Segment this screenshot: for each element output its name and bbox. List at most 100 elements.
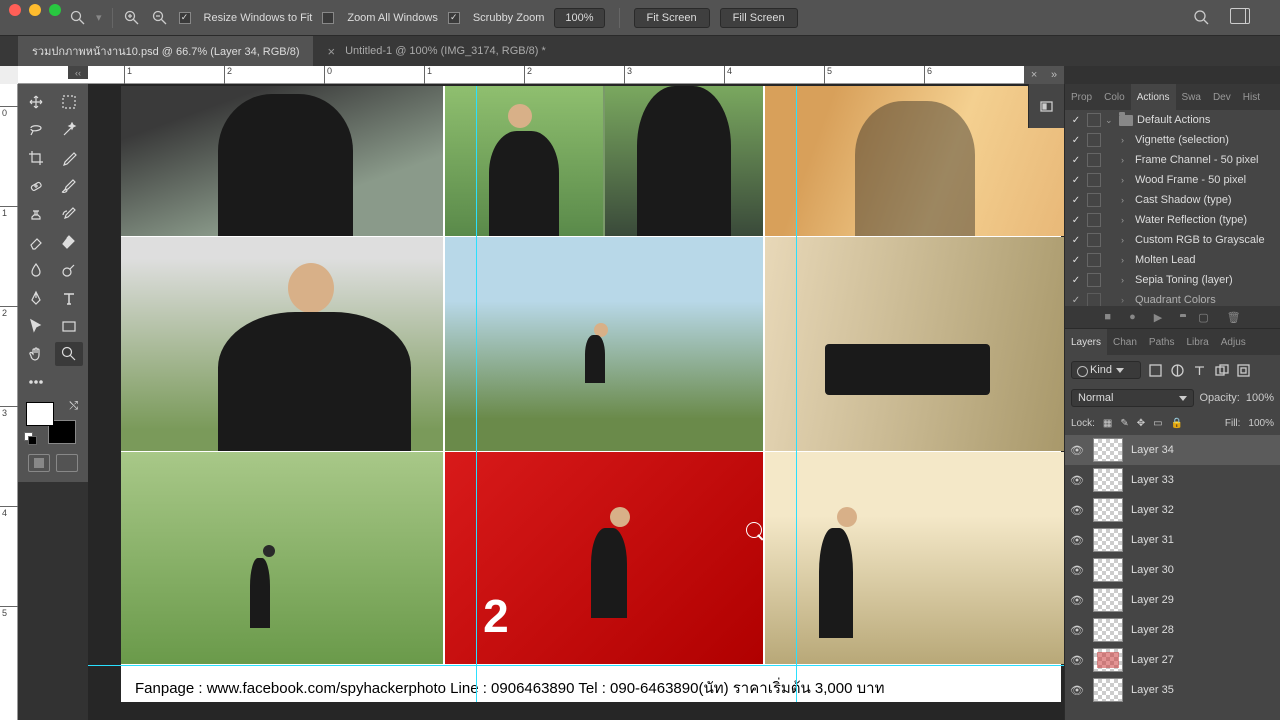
resize-windows-checkbox[interactable] bbox=[179, 12, 191, 24]
edit-toolbar-icon[interactable] bbox=[22, 370, 50, 394]
filter-shape-icon[interactable] bbox=[1213, 362, 1229, 378]
guide-vertical[interactable] bbox=[796, 86, 797, 702]
ruler-horizontal[interactable]: 1 2 0 1 2 3 4 5 6 bbox=[18, 66, 1064, 84]
layer-filter-kind[interactable]: Kind bbox=[1071, 361, 1141, 379]
zoom-all-checkbox[interactable] bbox=[322, 12, 334, 24]
filter-type-icon[interactable] bbox=[1191, 362, 1207, 378]
layer-row[interactable]: 👁Layer 30 bbox=[1065, 555, 1280, 585]
standard-mode-icon[interactable] bbox=[28, 454, 50, 472]
layer-row[interactable]: 👁Layer 31 bbox=[1065, 525, 1280, 555]
visibility-icon[interactable]: 👁 bbox=[1069, 474, 1085, 487]
marquee-tool-icon[interactable] bbox=[55, 90, 83, 114]
magic-wand-tool-icon[interactable] bbox=[55, 118, 83, 142]
visibility-icon[interactable]: 👁 bbox=[1069, 624, 1085, 637]
hand-tool-icon[interactable] bbox=[22, 342, 50, 366]
zoom-level-field[interactable]: 100% bbox=[554, 8, 604, 28]
move-tool-icon[interactable] bbox=[22, 90, 50, 114]
eyedropper-tool-icon[interactable] bbox=[55, 146, 83, 170]
toolbox-collapse-icon[interactable]: ‹‹ bbox=[68, 66, 88, 79]
visibility-icon[interactable]: 👁 bbox=[1069, 594, 1085, 607]
quick-mask-mode-icon[interactable] bbox=[56, 454, 78, 472]
panel-tab-adjustments[interactable]: Adjus bbox=[1215, 329, 1252, 355]
layer-thumbnail[interactable] bbox=[1093, 588, 1123, 612]
visibility-icon[interactable]: 👁 bbox=[1069, 564, 1085, 577]
panel-tab-properties[interactable]: Prop bbox=[1065, 84, 1098, 110]
filter-adjustment-icon[interactable] bbox=[1169, 362, 1185, 378]
close-icon[interactable]: × bbox=[327, 44, 335, 59]
pen-tool-icon[interactable] bbox=[22, 286, 50, 310]
blur-tool-icon[interactable] bbox=[22, 258, 50, 282]
panel-tab-color[interactable]: Colo bbox=[1098, 84, 1131, 110]
layer-row[interactable]: 👁Layer 34 bbox=[1065, 435, 1280, 465]
default-colors-icon[interactable] bbox=[24, 432, 36, 444]
canvas-area[interactable]: 2 Fanpage : www.facebook.com/spyhackerph… bbox=[88, 84, 1064, 720]
action-row[interactable]: ✓›Custom RGB to Grayscale bbox=[1065, 230, 1280, 250]
play-icon[interactable]: ▶ bbox=[1154, 311, 1162, 324]
lock-transparency-icon[interactable]: ▦ bbox=[1103, 418, 1112, 429]
guide-vertical[interactable] bbox=[476, 86, 477, 702]
search-icon[interactable] bbox=[1193, 9, 1210, 29]
lock-image-icon[interactable]: ✎ bbox=[1120, 418, 1128, 429]
layer-thumbnail[interactable] bbox=[1093, 528, 1123, 552]
panel-tab-libraries[interactable]: Libra bbox=[1181, 329, 1215, 355]
gradient-tool-icon[interactable] bbox=[55, 230, 83, 254]
panel-tab-actions[interactable]: Actions bbox=[1131, 84, 1176, 110]
clone-stamp-tool-icon[interactable] bbox=[22, 202, 50, 226]
layer-row[interactable]: 👁Layer 32 bbox=[1065, 495, 1280, 525]
ruler-origin[interactable] bbox=[0, 66, 18, 84]
zoom-out-icon[interactable] bbox=[151, 9, 169, 27]
window-traffic-lights[interactable] bbox=[9, 4, 61, 16]
opacity-value[interactable]: 100% bbox=[1246, 392, 1274, 404]
document-tab[interactable]: × Untitled-1 @ 100% (IMG_3174, RGB/8) * bbox=[313, 36, 559, 66]
layer-thumbnail[interactable] bbox=[1093, 558, 1123, 582]
layer-thumbnail[interactable] bbox=[1093, 498, 1123, 522]
panel-tab-history[interactable]: Hist bbox=[1237, 84, 1266, 110]
visibility-icon[interactable]: 👁 bbox=[1069, 504, 1085, 517]
action-row[interactable]: ✓›Frame Channel - 50 pixel bbox=[1065, 150, 1280, 170]
layer-thumbnail[interactable] bbox=[1093, 438, 1123, 462]
layer-thumbnail[interactable] bbox=[1093, 648, 1123, 672]
layer-row[interactable]: 👁Layer 28 bbox=[1065, 615, 1280, 645]
layer-row[interactable]: 👁Layer 33 bbox=[1065, 465, 1280, 495]
layer-thumbnail[interactable] bbox=[1093, 618, 1123, 642]
path-selection-tool-icon[interactable] bbox=[22, 314, 50, 338]
lock-artboard-icon[interactable]: ▭ bbox=[1153, 418, 1162, 429]
layer-row[interactable]: 👁Layer 35 bbox=[1065, 675, 1280, 705]
type-tool-icon[interactable] bbox=[55, 286, 83, 310]
action-row[interactable]: ✓›Water Reflection (type) bbox=[1065, 210, 1280, 230]
rectangle-tool-icon[interactable] bbox=[55, 314, 83, 338]
brush-tool-icon[interactable] bbox=[55, 174, 83, 198]
zoom-tool-icon[interactable] bbox=[55, 342, 83, 366]
history-brush-tool-icon[interactable] bbox=[55, 202, 83, 226]
swap-colors-icon[interactable]: ⤭ bbox=[69, 400, 78, 413]
panel-tab-paths[interactable]: Paths bbox=[1143, 329, 1181, 355]
eraser-tool-icon[interactable] bbox=[22, 230, 50, 254]
record-icon[interactable]: ● bbox=[1129, 311, 1136, 323]
crop-tool-icon[interactable] bbox=[22, 146, 50, 170]
trash-icon[interactable]: 🗑 bbox=[1227, 311, 1241, 324]
layer-thumbnail[interactable] bbox=[1093, 678, 1123, 702]
document-tab-overflow[interactable]: ×» bbox=[1024, 66, 1064, 84]
action-row[interactable]: ✓›Wood Frame - 50 pixel bbox=[1065, 170, 1280, 190]
visibility-icon[interactable]: 👁 bbox=[1069, 534, 1085, 547]
lasso-tool-icon[interactable] bbox=[22, 118, 50, 142]
action-row[interactable]: ✓›Cast Shadow (type) bbox=[1065, 190, 1280, 210]
fit-screen-button[interactable]: Fit Screen bbox=[634, 8, 710, 28]
visibility-icon[interactable]: 👁 bbox=[1069, 654, 1085, 667]
guide-horizontal[interactable] bbox=[88, 665, 1064, 666]
color-swatches[interactable]: ⤭ bbox=[24, 400, 82, 444]
lock-all-icon[interactable]: 🔒 bbox=[1171, 418, 1183, 429]
healing-brush-tool-icon[interactable] bbox=[22, 174, 50, 198]
workspace-icon[interactable] bbox=[1230, 8, 1250, 24]
fill-screen-button[interactable]: Fill Screen bbox=[720, 8, 798, 28]
panel-tab-layers[interactable]: Layers bbox=[1065, 329, 1107, 355]
panel-tab-swatches[interactable]: Swa bbox=[1176, 84, 1207, 110]
action-set-row[interactable]: ✓⌄ Default Actions bbox=[1065, 110, 1280, 130]
ruler-vertical[interactable]: 0 1 2 3 4 5 bbox=[0, 84, 18, 720]
zoom-tool-icon[interactable] bbox=[68, 9, 86, 27]
visibility-icon[interactable]: 👁 bbox=[1069, 444, 1085, 457]
layer-row[interactable]: 👁Layer 29 bbox=[1065, 585, 1280, 615]
action-row[interactable]: ✓›Quadrant Colors bbox=[1065, 290, 1280, 306]
action-row[interactable]: ✓›Vignette (selection) bbox=[1065, 130, 1280, 150]
dodge-tool-icon[interactable] bbox=[55, 258, 83, 282]
